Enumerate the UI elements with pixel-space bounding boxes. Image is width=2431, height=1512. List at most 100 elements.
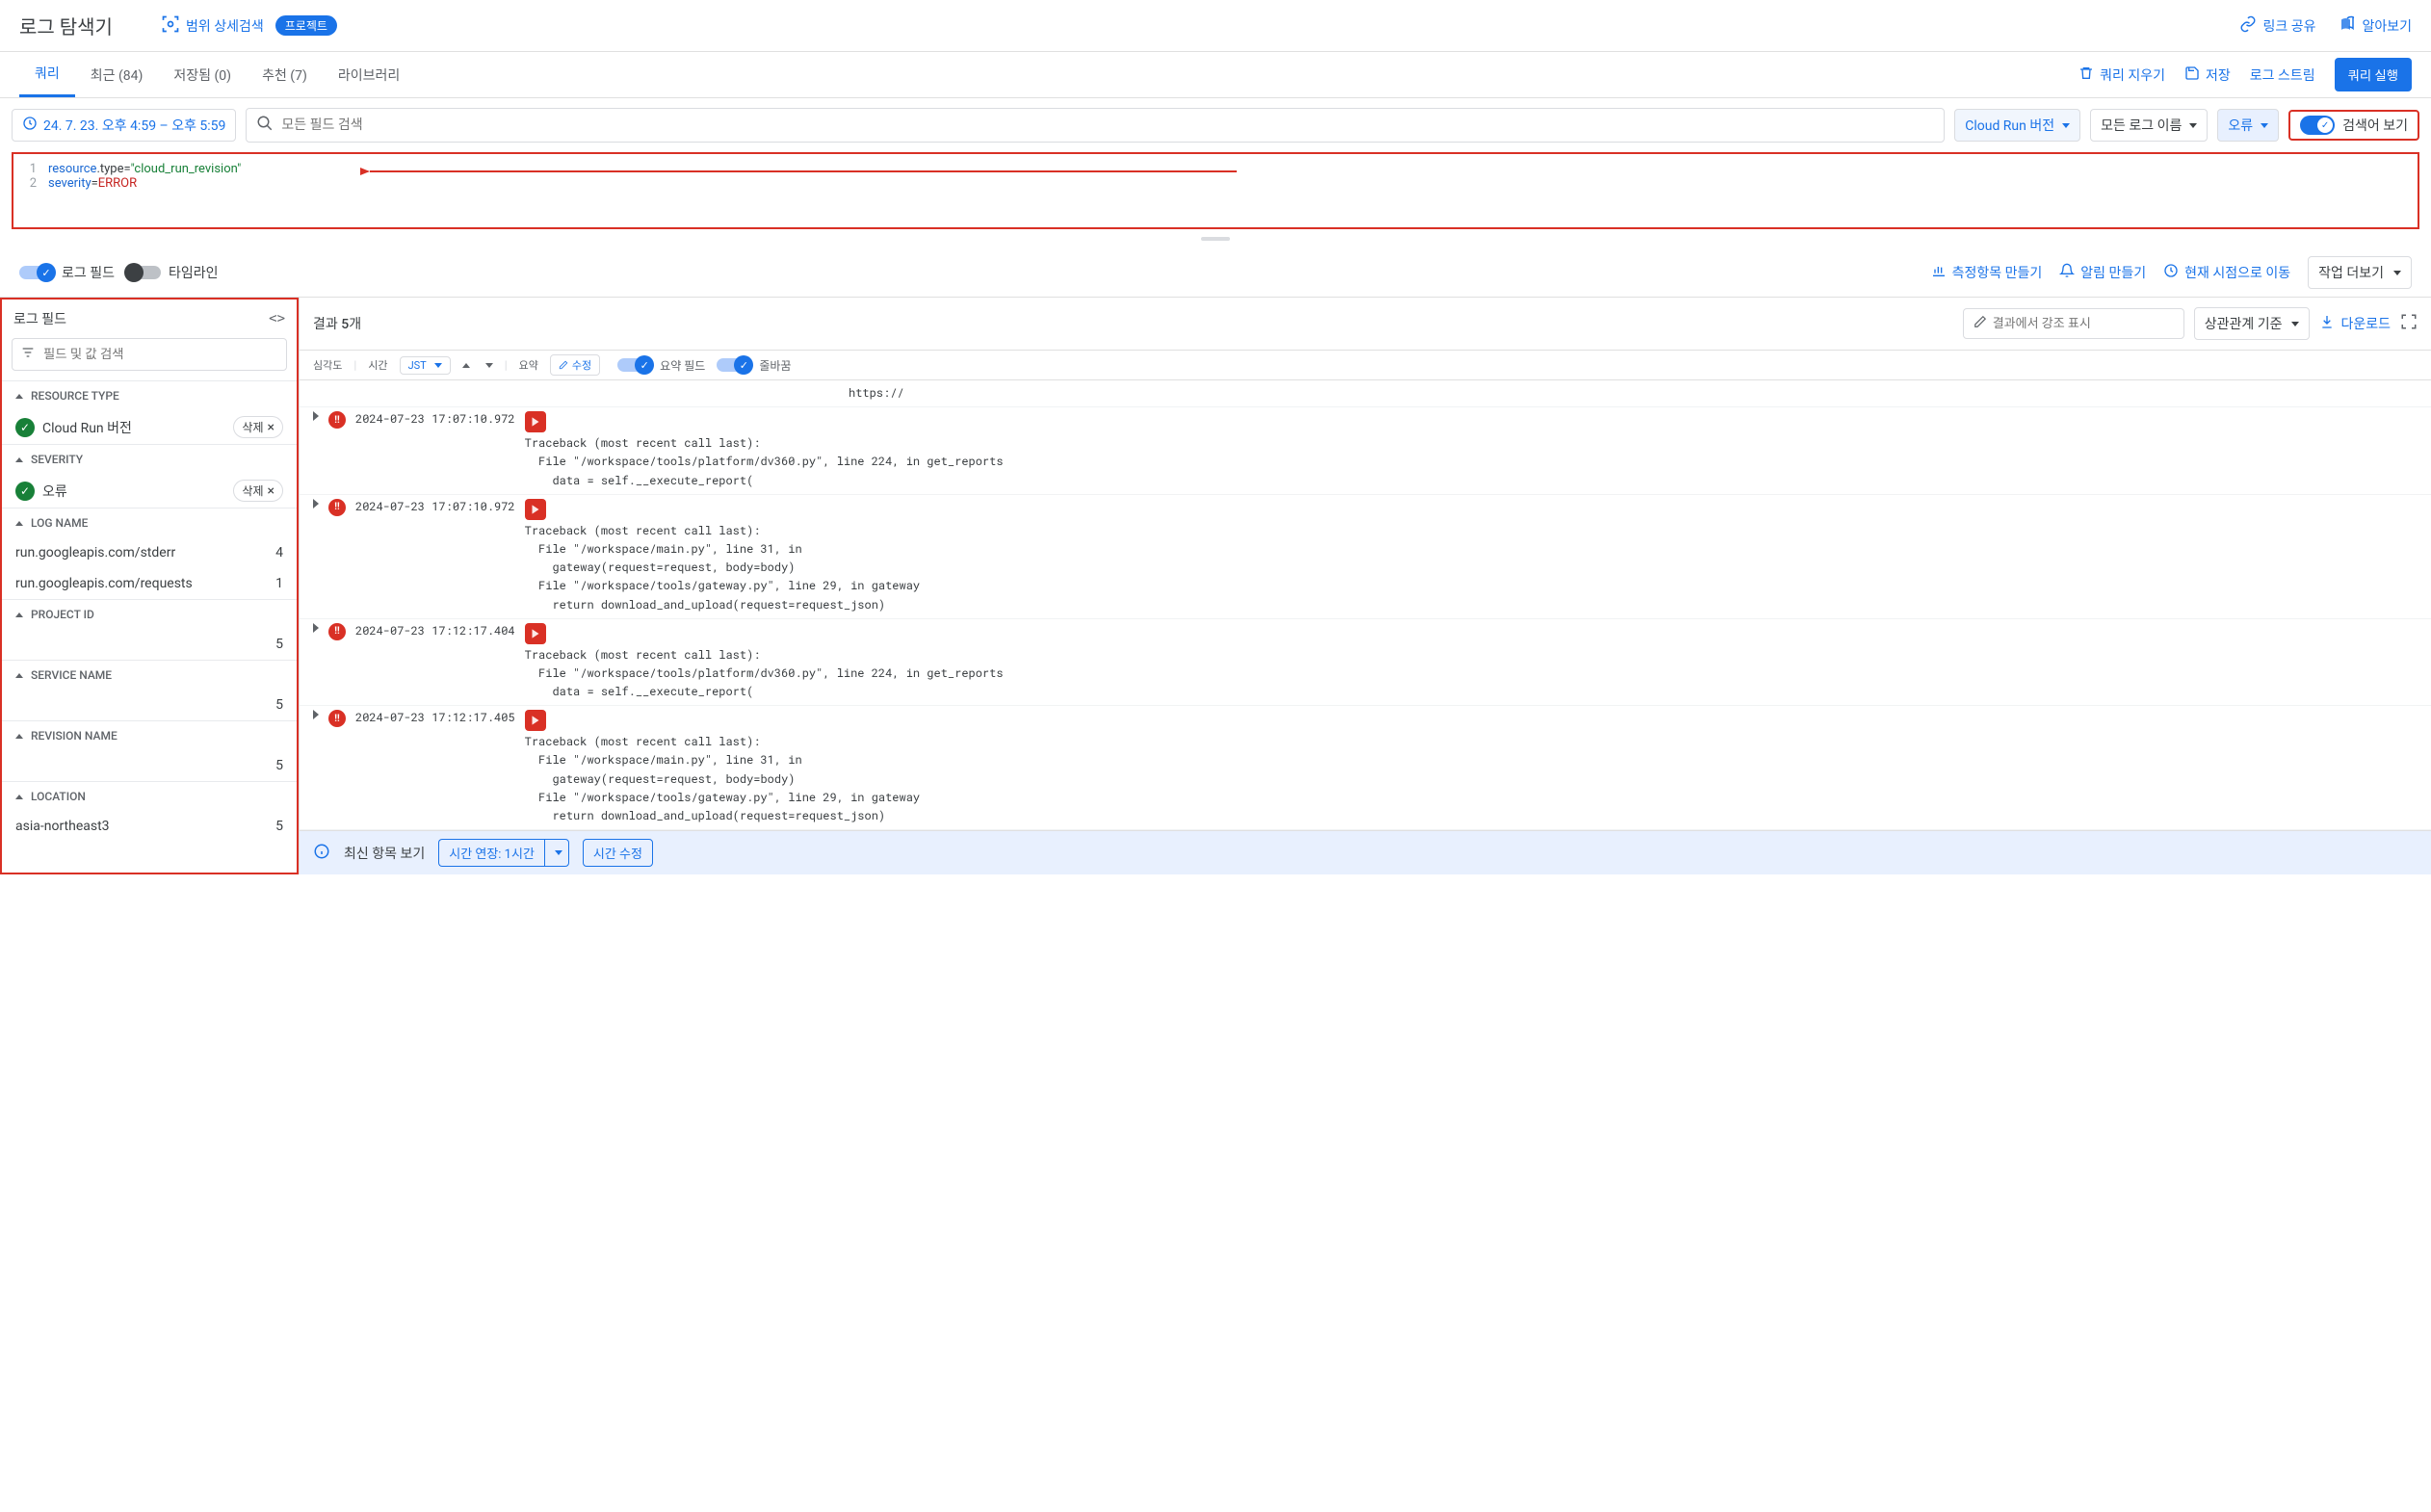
count-item[interactable]: 5 — [2, 629, 297, 660]
save-query[interactable]: 저장 — [2184, 65, 2231, 85]
show-query-toggle[interactable]: 검색어 보기 — [2288, 110, 2419, 141]
timestamp: 2024-07-23 17:07:10.972 — [355, 411, 515, 427]
more-actions[interactable]: 작업 더보기 — [2308, 256, 2412, 289]
expand-icon[interactable]: <> — [269, 311, 285, 326]
tabs-row: 쿼리 최근 (84) 저장됨 (0) 추천 (7) 라이브러리 쿼리 지우기 저… — [0, 52, 2431, 98]
tab-saved[interactable]: 저장됨 (0) — [158, 54, 247, 96]
scope-search[interactable]: 범위 상세검색 프로젝트 — [161, 14, 337, 38]
chevron-down-icon — [2291, 322, 2299, 326]
log-row[interactable]: !!2024-07-23 17:07:10.972Traceback (most… — [300, 407, 2431, 495]
results-count: 결과 5개 — [313, 314, 361, 333]
section-header[interactable]: REVISION NAME — [2, 720, 297, 750]
chevron-down-icon — [2062, 123, 2070, 128]
time-range-picker[interactable]: 24. 7. 23. 오후 4:59 – 오후 5:59 — [12, 109, 236, 142]
search-all-fields[interactable] — [246, 108, 1945, 143]
clear-query[interactable]: 쿼리 지우기 — [2078, 65, 2165, 85]
correlate-dropdown[interactable]: 상관관계 기준 — [2194, 307, 2311, 340]
count-item[interactable]: run.googleapis.com/requests1 — [2, 568, 297, 599]
remove-pill[interactable]: 삭제× — [233, 416, 283, 438]
create-metric[interactable]: 측정항목 만들기 — [1931, 263, 2043, 282]
log-message: Traceback (most recent call last): File … — [525, 733, 920, 825]
panel-search-input[interactable] — [43, 348, 278, 362]
toggle-switch-on[interactable] — [2300, 116, 2335, 135]
chart-icon — [1931, 263, 1947, 282]
section-header[interactable]: SEVERITY — [2, 444, 297, 474]
view-latest[interactable]: 최신 항목 보기 — [344, 844, 425, 863]
log-message: Traceback (most recent call last): File … — [525, 646, 1004, 702]
learn-link[interactable]: 알아보기 — [2339, 15, 2412, 37]
section-header[interactable]: LOCATION — [2, 781, 297, 811]
section-header[interactable]: PROJECT ID — [2, 599, 297, 629]
expand-icon[interactable] — [313, 499, 319, 508]
log-fields-toggle[interactable]: 로그 필드 — [19, 263, 115, 282]
tab-library[interactable]: 라이브러리 — [323, 54, 415, 96]
expand-icon[interactable] — [313, 411, 319, 421]
expand-icon[interactable] — [313, 710, 319, 719]
sort-down-icon[interactable] — [485, 363, 493, 368]
controls-row: 로그 필드 타임라인 측정항목 만들기 알림 만들기 현재 시점으로 이동 작업… — [0, 248, 2431, 297]
timezone-chip[interactable]: JST — [400, 356, 451, 375]
count-item[interactable]: 5 — [2, 750, 297, 781]
log-row-partial[interactable]: https:// — [300, 380, 2431, 407]
section-header[interactable]: SERVICE NAME — [2, 660, 297, 690]
highlight-input-wrap[interactable] — [1963, 308, 2184, 339]
severity-error-icon: !! — [328, 411, 346, 429]
column-bar: 심각도 | 시간 JST | 요약 수정 요약 필드 줄바꿈 — [300, 350, 2431, 380]
log-list: https:// !!2024-07-23 17:07:10.972Traceb… — [300, 380, 2431, 830]
log-row[interactable]: !!2024-07-23 17:12:17.405Traceback (most… — [300, 706, 2431, 830]
drag-handle[interactable] — [0, 229, 2431, 248]
timeline-toggle[interactable]: 타임라인 — [126, 263, 219, 282]
tab-suggested[interactable]: 추천 (7) — [247, 54, 323, 96]
count-item[interactable]: run.googleapis.com/stderr4 — [2, 537, 297, 568]
filter-cloudrun[interactable]: Cloud Run 버전 — [1954, 109, 2080, 142]
edit-chip[interactable]: 수정 — [550, 354, 600, 376]
severity-error-icon: !! — [328, 499, 346, 516]
filter-severity[interactable]: 오류 — [2217, 109, 2279, 142]
expand-icon[interactable] — [313, 623, 319, 633]
toggle-switch-on[interactable] — [19, 266, 54, 279]
section-header[interactable]: LOG NAME — [2, 508, 297, 537]
query-editor[interactable]: 1resource.type="cloud_run_revision"2seve… — [12, 152, 2419, 229]
chevron-down-icon — [2189, 123, 2197, 128]
log-row[interactable]: !!2024-07-23 17:12:17.404Traceback (most… — [300, 619, 2431, 707]
highlight-input[interactable] — [1993, 317, 2174, 331]
severity-error-icon: !! — [328, 623, 346, 640]
section-header[interactable]: RESOURCE TYPE — [2, 380, 297, 410]
search-input[interactable] — [281, 117, 1934, 133]
toggle-switch-off[interactable] — [126, 266, 161, 279]
run-query-button[interactable]: 쿼리 실행 — [2335, 58, 2412, 91]
search-icon — [256, 115, 274, 136]
panel-search[interactable] — [12, 338, 287, 371]
extend-time-split: 시간 연장: 1시간 — [438, 839, 569, 867]
download-button[interactable]: 다운로드 — [2319, 314, 2391, 333]
results-header: 결과 5개 상관관계 기준 다운로드 — [300, 298, 2431, 350]
summary-fields-toggle[interactable]: 요약 필드 — [617, 357, 705, 374]
count-item[interactable]: 5 — [2, 690, 297, 720]
field-item[interactable]: ✓오류삭제× — [2, 474, 297, 508]
cloudrun-icon — [525, 710, 546, 731]
link-share[interactable]: 링크 공유 — [2239, 15, 2315, 37]
edit-time-button[interactable]: 시간 수정 — [583, 839, 653, 867]
log-row[interactable]: !!2024-07-23 17:07:10.972Traceback (most… — [300, 495, 2431, 619]
log-stream[interactable]: 로그 스트림 — [2250, 65, 2315, 85]
extend-time-button[interactable]: 시간 연장: 1시간 — [438, 839, 544, 867]
remove-pill[interactable]: 삭제× — [233, 480, 283, 502]
info-icon — [313, 843, 330, 864]
jump-now[interactable]: 현재 시점으로 이동 — [2163, 263, 2290, 282]
sort-up-icon[interactable] — [462, 363, 470, 368]
download-icon — [2319, 314, 2335, 333]
tab-query[interactable]: 쿼리 — [19, 52, 75, 97]
tab-recent[interactable]: 최근 (84) — [75, 54, 159, 96]
filter-row: 24. 7. 23. 오후 4:59 – 오후 5:59 Cloud Run 버… — [0, 98, 2431, 152]
create-alert[interactable]: 알림 만들기 — [2059, 263, 2146, 282]
field-item[interactable]: ✓Cloud Run 버전삭제× — [2, 410, 297, 444]
page-title: 로그 탐색기 — [19, 12, 113, 39]
fullscreen-icon[interactable] — [2400, 313, 2418, 334]
count-item[interactable]: asia-northeast35 — [2, 811, 297, 842]
log-fields-panel: 로그 필드 <> RESOURCE TYPE✓Cloud Run 버전삭제×SE… — [0, 298, 299, 874]
extend-time-dropdown[interactable] — [544, 839, 569, 867]
wrap-toggle[interactable]: 줄바꿈 — [717, 357, 791, 374]
filter-logname[interactable]: 모든 로그 이름 — [2090, 109, 2208, 142]
col-time: 시간 — [368, 357, 387, 373]
clock-icon — [2163, 263, 2179, 282]
